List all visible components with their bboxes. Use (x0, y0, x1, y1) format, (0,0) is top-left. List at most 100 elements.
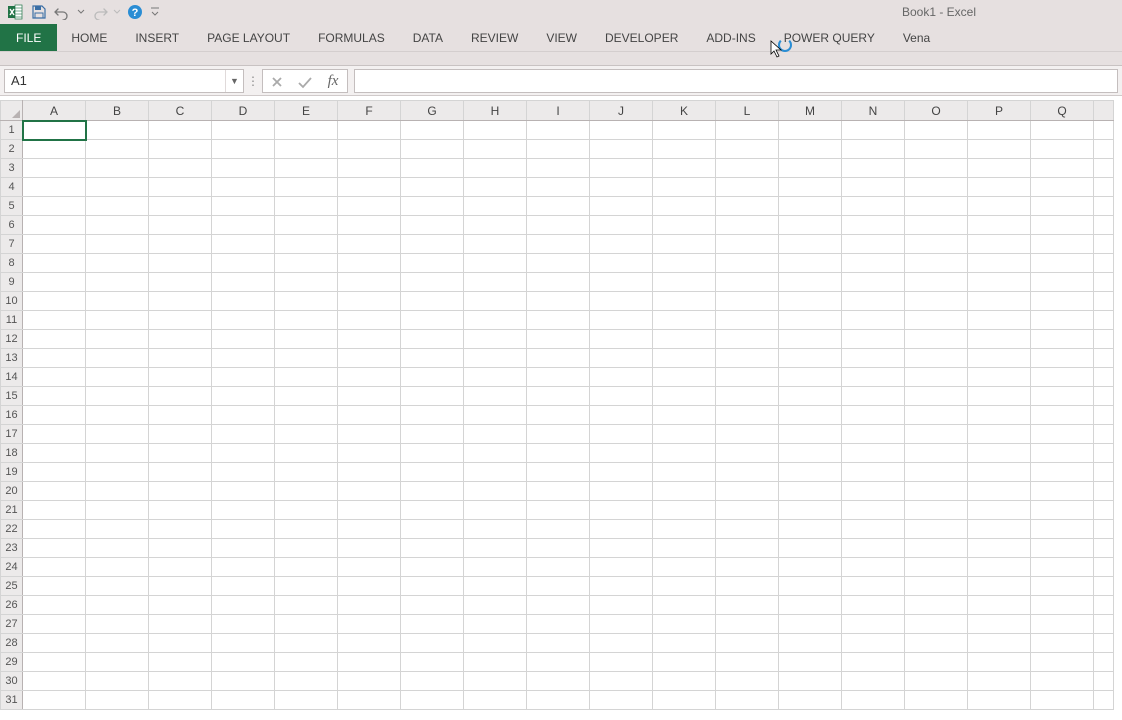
cell-E13[interactable] (275, 349, 338, 368)
cell-M20[interactable] (779, 482, 842, 501)
cell-A9[interactable] (23, 273, 86, 292)
cell-Q26[interactable] (1031, 596, 1094, 615)
cell-A10[interactable] (23, 292, 86, 311)
cell-O3[interactable] (905, 159, 968, 178)
cell-D5[interactable] (212, 197, 275, 216)
row-header-13[interactable]: 13 (1, 349, 23, 368)
cell-K6[interactable] (653, 216, 716, 235)
cell-M28[interactable] (779, 634, 842, 653)
cell-D31[interactable] (212, 691, 275, 710)
column-header-Q[interactable]: Q (1031, 101, 1094, 121)
cell-I7[interactable] (527, 235, 590, 254)
cell-H25[interactable] (464, 577, 527, 596)
cell-P11[interactable] (968, 311, 1031, 330)
cell-E10[interactable] (275, 292, 338, 311)
cell-B21[interactable] (86, 501, 149, 520)
column-header-G[interactable]: G (401, 101, 464, 121)
cell-D9[interactable] (212, 273, 275, 292)
cell-F21[interactable] (338, 501, 401, 520)
cell-O5[interactable] (905, 197, 968, 216)
cell-K18[interactable] (653, 444, 716, 463)
cell-Q27[interactable] (1031, 615, 1094, 634)
cell-B1[interactable] (86, 121, 149, 140)
cell-F28[interactable] (338, 634, 401, 653)
cell-partial-17[interactable] (1094, 425, 1114, 444)
cell-I23[interactable] (527, 539, 590, 558)
cell-C18[interactable] (149, 444, 212, 463)
cell-I10[interactable] (527, 292, 590, 311)
cell-I11[interactable] (527, 311, 590, 330)
name-box[interactable]: ▼ (4, 69, 244, 93)
cell-K1[interactable] (653, 121, 716, 140)
cell-P9[interactable] (968, 273, 1031, 292)
cell-Q2[interactable] (1031, 140, 1094, 159)
cell-I31[interactable] (527, 691, 590, 710)
cell-partial-9[interactable] (1094, 273, 1114, 292)
cell-P15[interactable] (968, 387, 1031, 406)
name-box-dropdown-icon[interactable]: ▼ (225, 70, 243, 92)
cell-L22[interactable] (716, 520, 779, 539)
cell-D21[interactable] (212, 501, 275, 520)
cell-D28[interactable] (212, 634, 275, 653)
row-header-3[interactable]: 3 (1, 159, 23, 178)
cell-G16[interactable] (401, 406, 464, 425)
cell-M26[interactable] (779, 596, 842, 615)
cell-L3[interactable] (716, 159, 779, 178)
cell-partial-16[interactable] (1094, 406, 1114, 425)
column-header-K[interactable]: K (653, 101, 716, 121)
cell-partial-10[interactable] (1094, 292, 1114, 311)
cell-I3[interactable] (527, 159, 590, 178)
cell-M27[interactable] (779, 615, 842, 634)
cell-N12[interactable] (842, 330, 905, 349)
cell-J13[interactable] (590, 349, 653, 368)
cell-E1[interactable] (275, 121, 338, 140)
cell-G30[interactable] (401, 672, 464, 691)
cell-P30[interactable] (968, 672, 1031, 691)
tab-home[interactable]: HOME (57, 24, 121, 51)
cell-H14[interactable] (464, 368, 527, 387)
cell-partial-12[interactable] (1094, 330, 1114, 349)
cell-E12[interactable] (275, 330, 338, 349)
cell-M19[interactable] (779, 463, 842, 482)
cell-D2[interactable] (212, 140, 275, 159)
cell-K31[interactable] (653, 691, 716, 710)
column-header-A[interactable]: A (23, 101, 86, 121)
cell-I4[interactable] (527, 178, 590, 197)
cell-E23[interactable] (275, 539, 338, 558)
cell-I20[interactable] (527, 482, 590, 501)
tab-file[interactable]: FILE (0, 24, 57, 51)
name-box-input[interactable] (5, 73, 225, 88)
cell-H5[interactable] (464, 197, 527, 216)
cell-F29[interactable] (338, 653, 401, 672)
cell-F3[interactable] (338, 159, 401, 178)
cell-D3[interactable] (212, 159, 275, 178)
cell-L27[interactable] (716, 615, 779, 634)
cell-O22[interactable] (905, 520, 968, 539)
cell-A28[interactable] (23, 634, 86, 653)
cell-J6[interactable] (590, 216, 653, 235)
cell-G10[interactable] (401, 292, 464, 311)
cell-A26[interactable] (23, 596, 86, 615)
cell-B6[interactable] (86, 216, 149, 235)
cell-partial-28[interactable] (1094, 634, 1114, 653)
cell-K17[interactable] (653, 425, 716, 444)
column-header-I[interactable]: I (527, 101, 590, 121)
cell-F18[interactable] (338, 444, 401, 463)
cell-H3[interactable] (464, 159, 527, 178)
cell-J28[interactable] (590, 634, 653, 653)
cell-A6[interactable] (23, 216, 86, 235)
cell-Q24[interactable] (1031, 558, 1094, 577)
cell-J8[interactable] (590, 254, 653, 273)
cell-O8[interactable] (905, 254, 968, 273)
cell-A14[interactable] (23, 368, 86, 387)
cell-N11[interactable] (842, 311, 905, 330)
cell-F12[interactable] (338, 330, 401, 349)
cell-H28[interactable] (464, 634, 527, 653)
column-header-E[interactable]: E (275, 101, 338, 121)
cell-N14[interactable] (842, 368, 905, 387)
cell-K15[interactable] (653, 387, 716, 406)
cell-B31[interactable] (86, 691, 149, 710)
cell-A24[interactable] (23, 558, 86, 577)
cell-E27[interactable] (275, 615, 338, 634)
column-header-partial[interactable] (1094, 101, 1114, 121)
